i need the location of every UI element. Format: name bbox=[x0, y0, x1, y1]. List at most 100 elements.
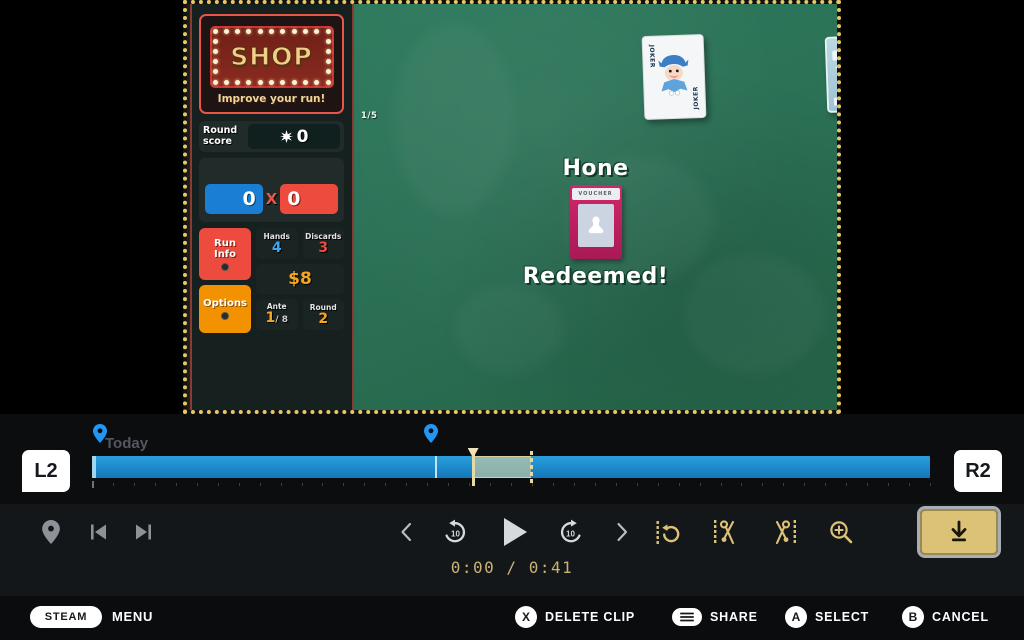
skip-next-icon bbox=[136, 524, 151, 540]
discards-cell: Discards 3 bbox=[302, 228, 344, 259]
voucher-card-body bbox=[577, 204, 614, 247]
money-value: $8 bbox=[256, 264, 344, 294]
hone-whetstone-icon bbox=[587, 215, 604, 234]
hint-share-label: SHARE bbox=[710, 610, 758, 624]
time-readout: 0:00 / 0:41 bbox=[450, 558, 574, 577]
right-bumper-hint[interactable]: R2 bbox=[954, 450, 1002, 492]
forward-10-icon: 10 bbox=[560, 519, 581, 543]
ante-value: 1/ 8 bbox=[266, 311, 288, 328]
planet-card-mars[interactable]: MARS bbox=[824, 35, 837, 113]
chips-value: 0 bbox=[205, 184, 263, 214]
skip-previous-icon bbox=[91, 524, 106, 540]
download-icon bbox=[951, 520, 967, 542]
previous-marker-button[interactable] bbox=[86, 518, 112, 546]
planet-card-pips bbox=[833, 96, 837, 106]
jester-icon bbox=[658, 54, 689, 96]
timeline-marker-pin[interactable] bbox=[93, 424, 107, 443]
round-score-label: Round score bbox=[203, 125, 243, 147]
trim-start-icon bbox=[714, 520, 735, 545]
multiply-symbol: X bbox=[265, 190, 278, 208]
hands-value: 4 bbox=[271, 240, 282, 256]
voucher-banner-label: VOUCHER bbox=[571, 188, 620, 200]
timeline-start-cap bbox=[92, 456, 96, 478]
run-info-badge-icon bbox=[221, 262, 229, 271]
chevron-right-icon bbox=[617, 522, 628, 542]
rewind-10-icon: 10 bbox=[445, 519, 466, 543]
round-score-label-line2: score bbox=[203, 135, 232, 147]
timeline-marker-pin[interactable] bbox=[424, 424, 438, 443]
timeline-track[interactable] bbox=[92, 448, 931, 490]
step-forward-button[interactable] bbox=[610, 518, 634, 546]
balatro-sidebar: SHOP Improve your run! Round score 0 0 X… bbox=[187, 4, 354, 410]
game-video-frame[interactable]: SHOP Improve your run! Round score 0 0 X… bbox=[183, 0, 841, 414]
round-value: 2 bbox=[318, 311, 329, 327]
joker-count-label: 1/5 bbox=[361, 111, 378, 121]
steam-button-hint[interactable]: STEAM bbox=[30, 606, 102, 628]
menu-lines-icon bbox=[680, 612, 694, 622]
shop-subtitle: Improve your run! bbox=[217, 92, 326, 105]
run-info-label-line2: Info bbox=[213, 248, 237, 260]
save-clip-button[interactable] bbox=[917, 506, 1001, 558]
next-marker-button[interactable] bbox=[130, 518, 156, 546]
menu-button-icon bbox=[672, 608, 702, 626]
timeline-segment-divider bbox=[434, 456, 437, 478]
chip-star-icon bbox=[279, 130, 293, 143]
ante-max: / 8 bbox=[275, 315, 288, 325]
sidebar-bottom-grid: Run Info Options Hands 4 Discards 3 $8 A… bbox=[199, 228, 344, 333]
reset-trim-icon bbox=[656, 521, 680, 544]
shop-banner: SHOP Improve your run! bbox=[199, 14, 344, 114]
timeline-ticks bbox=[92, 481, 931, 489]
reset-trim-button[interactable] bbox=[653, 516, 685, 548]
mult-value: 0 bbox=[280, 184, 339, 214]
chips-mult-row: 0 X 0 bbox=[205, 184, 339, 214]
location-pin-icon bbox=[42, 520, 60, 544]
trim-start-button[interactable] bbox=[710, 516, 742, 548]
step-backward-button[interactable] bbox=[394, 518, 418, 546]
video-preview-area[interactable]: SHOP Improve your run! Round score 0 0 X… bbox=[0, 0, 1024, 414]
sidebar-action-column: Run Info Options bbox=[199, 228, 251, 333]
hint-select-label: SELECT bbox=[815, 610, 870, 624]
footer-hint-bar bbox=[0, 596, 1024, 640]
round-score-label-line1: Round bbox=[203, 125, 238, 136]
run-info-button[interactable]: Run Info bbox=[199, 228, 251, 280]
clip-editor-root: SHOP Improve your run! Round score 0 0 X… bbox=[0, 0, 1024, 640]
round-score-value: 0 bbox=[296, 126, 309, 147]
play-button[interactable] bbox=[498, 514, 532, 550]
play-icon bbox=[504, 518, 527, 546]
hands-discards-row: Hands 4 Discards 3 bbox=[256, 228, 344, 259]
button-a-icon: A bbox=[785, 606, 807, 628]
bg-blob bbox=[684, 254, 824, 374]
chevron-left-icon bbox=[401, 522, 412, 542]
shop-marquee: SHOP bbox=[209, 25, 334, 88]
round-score-value-pill: 0 bbox=[248, 124, 340, 149]
zoom-in-button[interactable] bbox=[826, 516, 856, 548]
clip-end-handle[interactable] bbox=[530, 451, 534, 485]
hint-select[interactable]: A SELECT bbox=[785, 606, 869, 628]
left-bumper-hint[interactable]: L2 bbox=[22, 450, 70, 492]
options-button[interactable]: Options bbox=[199, 285, 251, 333]
hint-cancel[interactable]: B CANCEL bbox=[902, 606, 989, 628]
voucher-subtitle: Redeemed! bbox=[522, 264, 669, 289]
joker-card[interactable]: JOKER JOKER bbox=[641, 33, 707, 121]
hint-delete-clip[interactable]: X DELETE CLIP bbox=[515, 606, 635, 628]
hint-share[interactable]: SHARE bbox=[672, 608, 758, 626]
svg-text:10: 10 bbox=[451, 530, 460, 539]
rewind-10-button[interactable]: 10 bbox=[440, 516, 470, 548]
hint-cancel-label: CANCEL bbox=[932, 610, 989, 624]
trim-end-button[interactable] bbox=[768, 516, 800, 548]
markers-button[interactable] bbox=[38, 518, 64, 546]
timeline-day-label: Today bbox=[105, 435, 149, 452]
ante-current: 1 bbox=[265, 310, 276, 326]
voucher-card: VOUCHER bbox=[569, 185, 622, 259]
voucher-title: Hone bbox=[562, 156, 629, 181]
zoom-in-icon bbox=[830, 521, 853, 544]
balatro-play-field: JOKER JOKER 1/5 Hone VOUCHER Redeemed! bbox=[354, 4, 837, 410]
discards-value: 3 bbox=[318, 240, 329, 256]
round-cell: Round 2 bbox=[302, 299, 344, 330]
forward-10-button[interactable]: 10 bbox=[556, 516, 586, 548]
menu-label: MENU bbox=[112, 609, 154, 624]
button-b-icon: B bbox=[902, 606, 924, 628]
clip-start-handle-head bbox=[467, 448, 479, 456]
clip-selection-region[interactable] bbox=[471, 456, 532, 478]
button-x-icon: X bbox=[515, 606, 537, 628]
